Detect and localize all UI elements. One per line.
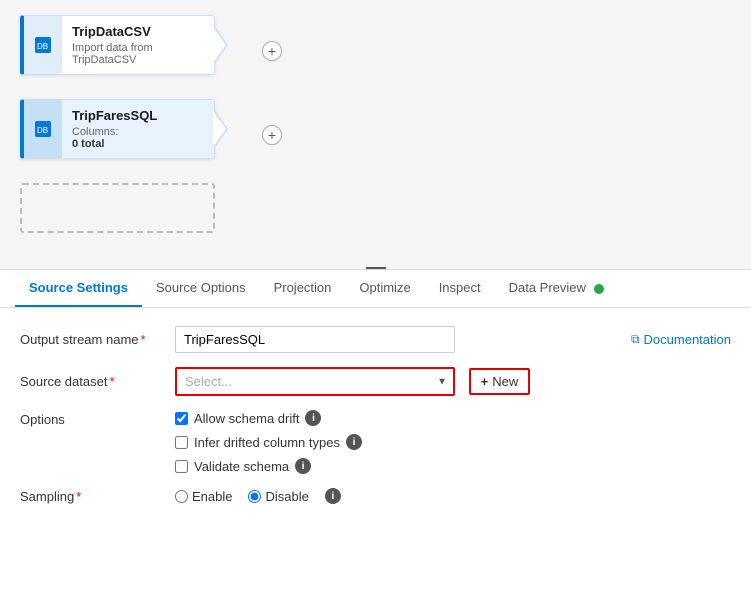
data-preview-status-dot: [594, 284, 604, 294]
placeholder-box: [20, 183, 215, 233]
allow-schema-drift-label: Allow schema drift: [194, 411, 299, 426]
options-label: Options: [20, 410, 175, 427]
tab-data-preview[interactable]: Data Preview: [495, 270, 618, 307]
node-icon-csv: DB: [24, 16, 62, 74]
allow-schema-drift-checkbox[interactable]: [175, 412, 188, 425]
canvas-area: DB TripDataCSV Import data from TripData…: [0, 0, 751, 270]
tab-bar: Source Settings Source Options Projectio…: [0, 270, 751, 308]
sampling-row: Sampling* Enable Disable i: [20, 488, 731, 504]
node-trip-data-csv[interactable]: DB TripDataCSV Import data from TripData…: [20, 15, 215, 75]
infer-drifted-info-icon: i: [346, 434, 362, 450]
tab-projection[interactable]: Projection: [260, 270, 346, 307]
svg-text:DB: DB: [37, 126, 48, 135]
sampling-info-icon: i: [325, 488, 341, 504]
tab-optimize[interactable]: Optimize: [345, 270, 424, 307]
svg-text:DB: DB: [37, 42, 48, 51]
sampling-radio-group: Enable Disable i: [175, 488, 341, 504]
options-row: Options Allow schema drift i Infer drift…: [20, 410, 731, 474]
sampling-label: Sampling*: [20, 489, 175, 504]
node-arrow-csv: [214, 25, 228, 65]
output-stream-row: Output stream name* ⧉ Documentation: [20, 326, 731, 353]
node-trip-fares-sql[interactable]: DB TripFaresSQL Columns: 0 total: [20, 99, 215, 159]
settings-panel: Output stream name* ⧉ Documentation Sour…: [0, 308, 751, 536]
infer-drifted-checkbox[interactable]: [175, 436, 188, 449]
sampling-disable-radio[interactable]: [248, 490, 261, 503]
output-stream-input[interactable]: [175, 326, 455, 353]
source-dataset-label: Source dataset*: [20, 374, 175, 389]
documentation-link[interactable]: ⧉ Documentation: [631, 332, 731, 347]
node-arrow-sql: [214, 109, 228, 149]
node-icon-sql: DB: [24, 100, 62, 158]
new-dataset-button[interactable]: + New: [469, 368, 531, 395]
add-after-sql-button[interactable]: +: [262, 125, 282, 145]
source-dataset-select[interactable]: Select...: [175, 367, 455, 396]
infer-drifted-label: Infer drifted column types: [194, 435, 340, 450]
source-dataset-row: Source dataset* Select... ▼ + New: [20, 367, 731, 396]
node-subtitle-sql: Columns: 0 total: [72, 126, 204, 150]
node-title-csv: TripDataCSV: [72, 24, 204, 39]
validate-schema-info-icon: i: [295, 458, 311, 474]
divider: [366, 267, 386, 269]
output-stream-label: Output stream name*: [20, 332, 175, 347]
allow-schema-drift-row: Allow schema drift i: [175, 410, 362, 426]
tab-source-settings[interactable]: Source Settings: [15, 270, 142, 307]
sampling-enable-option[interactable]: Enable: [175, 489, 232, 504]
tab-inspect[interactable]: Inspect: [425, 270, 495, 307]
add-after-csv-button[interactable]: +: [262, 41, 282, 61]
sampling-enable-radio[interactable]: [175, 490, 188, 503]
external-link-icon: ⧉: [631, 332, 640, 347]
source-dataset-wrapper: Select... ▼: [175, 367, 455, 396]
validate-schema-label: Validate schema: [194, 459, 289, 474]
validate-schema-checkbox[interactable]: [175, 460, 188, 473]
sampling-disable-option[interactable]: Disable: [248, 489, 308, 504]
node-title-sql: TripFaresSQL: [72, 108, 204, 123]
tab-source-options[interactable]: Source Options: [142, 270, 260, 307]
validate-schema-row: Validate schema i: [175, 458, 362, 474]
infer-drifted-row: Infer drifted column types i: [175, 434, 362, 450]
node-subtitle-csv: Import data from TripDataCSV: [72, 42, 204, 66]
allow-schema-drift-info-icon: i: [305, 410, 321, 426]
plus-icon: +: [481, 374, 489, 389]
